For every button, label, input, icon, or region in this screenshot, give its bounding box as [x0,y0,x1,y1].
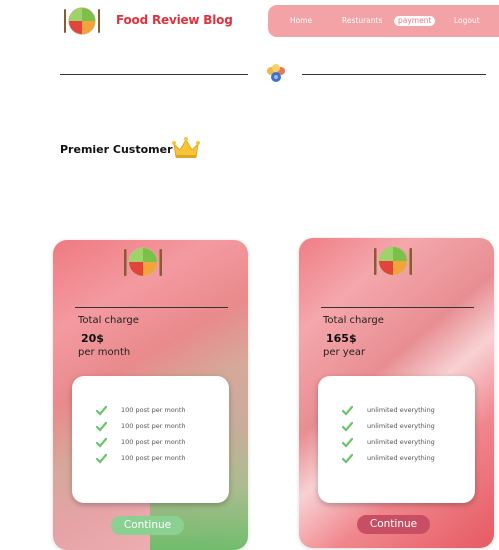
plan-card-monthly: Total charge 20$ per month 100 post per … [53,240,248,550]
features-box: 100 post per month 100 post per month 10… [72,376,229,503]
nav-bar: Home Resturants payment Logout [268,5,499,37]
feature-text: 100 post per month [121,422,186,430]
card-divider [75,307,228,308]
check-icon [342,421,353,432]
crown-icon [172,137,200,158]
nav-restaurants[interactable]: Resturants [338,16,386,26]
continue-button[interactable]: Continue [357,515,430,534]
feature-text: 100 post per month [121,438,186,446]
feature-text: unlimited everything [367,438,435,446]
check-icon [342,405,353,416]
continue-button[interactable]: Continue [111,516,184,535]
divider-right [302,74,486,75]
feature-text: unlimited everything [367,422,435,430]
billing-period: per year [323,347,366,358]
section-title: Premier Customer [60,143,173,156]
food-plate-icon [64,7,100,35]
card-divider [321,307,474,308]
check-icon [96,453,107,464]
nav-home[interactable]: Home [286,16,316,26]
check-icon [96,437,107,448]
food-plate-icon [374,246,412,276]
plan-card-yearly: Total charge 165$ per year unlimited eve… [299,238,494,548]
food-plate-icon [124,247,162,277]
divider-left [60,74,248,75]
charge-label: Total charge [323,315,384,326]
nav-logout[interactable]: Logout [450,16,484,26]
feature-text: 100 post per month [121,454,186,462]
price: 20$ [81,332,104,345]
brand-name[interactable]: Food Review Blog [116,13,233,27]
charge-label: Total charge [78,315,139,326]
billing-period: per month [78,347,131,358]
check-icon [342,437,353,448]
check-icon [96,421,107,432]
check-icon [342,453,353,464]
nav-payment[interactable]: payment [394,16,436,26]
features-box: unlimited everything unlimited everythin… [318,376,475,503]
feature-text: unlimited everything [367,454,435,462]
feature-text: unlimited everything [367,406,435,414]
price: 165$ [326,332,357,345]
feature-text: 100 post per month [121,406,186,414]
check-icon [96,405,107,416]
payment-badge-icon [267,64,285,82]
